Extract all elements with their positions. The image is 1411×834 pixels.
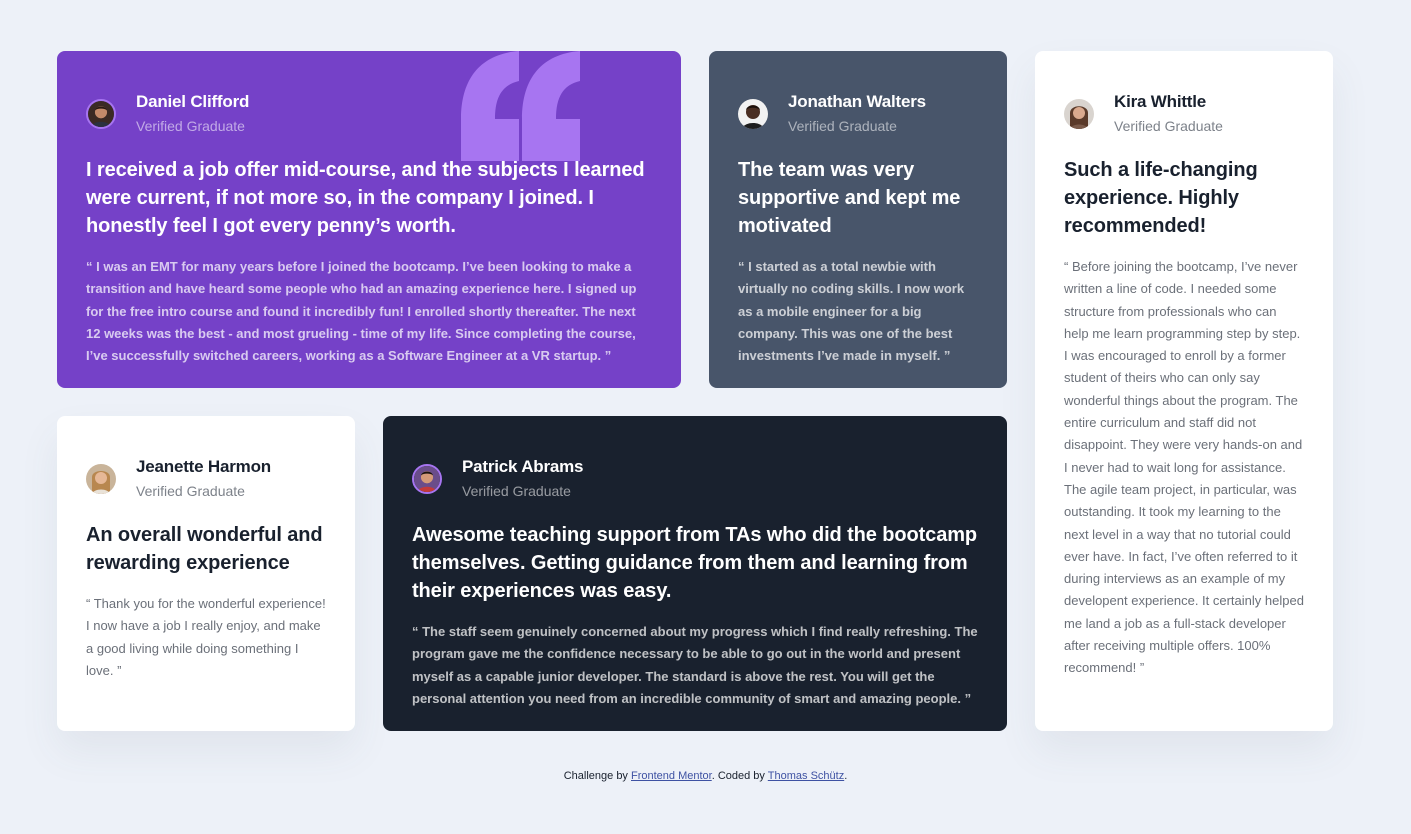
- avatar-patrick: [412, 464, 442, 494]
- testimonial-body: “ Before joining the bootcamp, I’ve neve…: [1064, 259, 1304, 676]
- testimonial-body: “ The staff seem genuinely concerned abo…: [412, 624, 978, 706]
- author-name: Daniel Clifford: [136, 91, 250, 111]
- avatar-jonathan: [738, 99, 768, 129]
- avatar-daniel: [86, 99, 116, 129]
- testimonial-body: “ I was an EMT for many years before I j…: [86, 259, 637, 364]
- avatar-jeanette: [86, 464, 116, 494]
- author-name: Patrick Abrams: [462, 456, 584, 476]
- author-role: Verified Graduate: [462, 482, 571, 499]
- testimonial-headline: Such a life-changing experience. Highly …: [1064, 159, 1258, 237]
- author-role: Verified Graduate: [788, 117, 897, 134]
- footer-suffix: .: [844, 770, 848, 782]
- testimonial-headline: The team was very supportive and kept me…: [738, 159, 961, 237]
- author-name: Jeanette Harmon: [136, 456, 271, 476]
- author-patrick: Patrick Abrams Verified Graduate: [412, 454, 978, 504]
- footer-prefix: Challenge by: [563, 770, 631, 782]
- testimonial-card-daniel: Daniel Clifford Verified Graduate I rece…: [57, 51, 681, 388]
- testimonial-card-patrick: Patrick Abrams Verified Graduate Awesome…: [383, 416, 1007, 731]
- testimonial-headline: I received a job offer mid-course, and t…: [86, 159, 645, 237]
- author-kira: Kira Whittle Verified Graduate: [1064, 89, 1304, 139]
- author-jonathan: Jonathan Walters Verified Graduate: [738, 89, 978, 139]
- frontend-mentor-link[interactable]: Frontend Mentor: [631, 770, 712, 782]
- author-link[interactable]: Thomas Schütz: [768, 770, 844, 782]
- footer-middle: . Coded by: [711, 770, 768, 782]
- testimonial-card-jonathan: Jonathan Walters Verified Graduate The t…: [709, 51, 1007, 388]
- testimonial-card-kira: Kira Whittle Verified Graduate Such a li…: [1035, 51, 1333, 731]
- author-role: Verified Graduate: [136, 117, 245, 134]
- testimonial-body: “ I started as a total newbie with virtu…: [738, 259, 965, 364]
- attribution-footer: Challenge by Frontend Mentor. Coded by T…: [0, 770, 1411, 782]
- author-daniel: Daniel Clifford Verified Graduate: [86, 89, 652, 139]
- author-jeanette: Jeanette Harmon Verified Graduate: [86, 454, 326, 504]
- testimonial-body: “ Thank you for the wonderful experience…: [86, 596, 326, 678]
- author-name: Kira Whittle: [1114, 91, 1207, 111]
- testimonial-headline: Awesome teaching support from TAs who di…: [412, 524, 978, 602]
- testimonial-card-jeanette: Jeanette Harmon Verified Graduate An ove…: [57, 416, 355, 731]
- testimonial-headline: An overall wonderful and rewarding exper…: [86, 524, 323, 574]
- author-name: Jonathan Walters: [788, 91, 926, 111]
- avatar-kira: [1064, 99, 1094, 129]
- author-role: Verified Graduate: [1114, 117, 1223, 134]
- author-role: Verified Graduate: [136, 482, 245, 499]
